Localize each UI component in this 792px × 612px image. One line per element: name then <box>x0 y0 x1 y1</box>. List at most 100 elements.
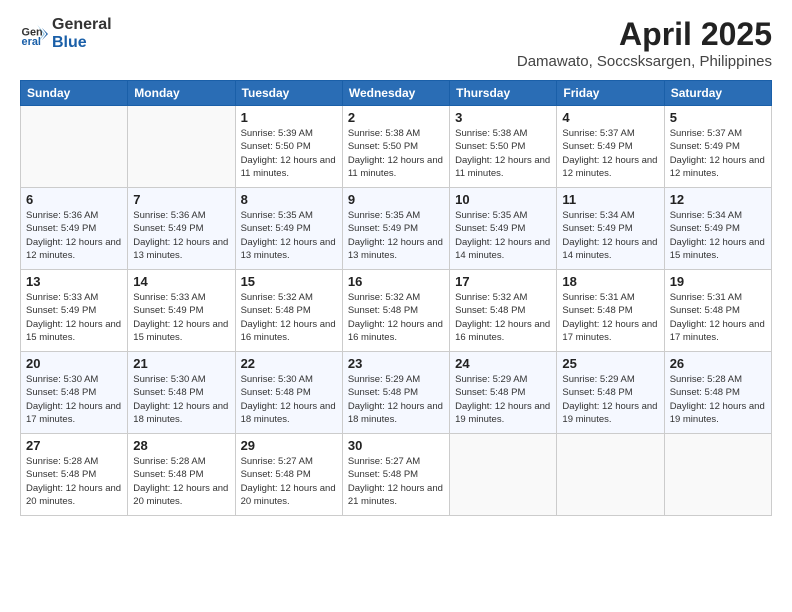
day-info: Sunrise: 5:28 AM Sunset: 5:48 PM Dayligh… <box>26 455 122 508</box>
week-row-2: 6Sunrise: 5:36 AM Sunset: 5:49 PM Daylig… <box>21 188 772 270</box>
day-cell <box>21 106 128 188</box>
calendar-table: Sunday Monday Tuesday Wednesday Thursday… <box>20 80 772 516</box>
day-info: Sunrise: 5:35 AM Sunset: 5:49 PM Dayligh… <box>455 209 551 262</box>
day-number: 23 <box>348 356 444 371</box>
day-number: 30 <box>348 438 444 453</box>
day-number: 12 <box>670 192 766 207</box>
day-cell: 5Sunrise: 5:37 AM Sunset: 5:49 PM Daylig… <box>664 106 771 188</box>
day-cell: 19Sunrise: 5:31 AM Sunset: 5:48 PM Dayli… <box>664 270 771 352</box>
day-cell <box>664 434 771 516</box>
day-cell: 14 Sunrise: 5:33 AM Sunset: 5:49 PM Dayli… <box>128 270 235 352</box>
day-info: Sunrise: 5:30 AM Sunset: 5:48 PM Dayligh… <box>133 373 229 426</box>
day-cell: 4 Sunrise: 5:37 AM Sunset: 5:49 PM Daylig… <box>557 106 664 188</box>
day-number: 29 <box>241 438 337 453</box>
day-info: Sunrise: 5:29 AM Sunset: 5:48 PM Dayligh… <box>562 373 658 426</box>
day-info: Sunrise: 5:28 AM Sunset: 5:48 PM Dayligh… <box>670 373 766 426</box>
day-cell: 15 Sunrise: 5:32 AM Sunset: 5:48 PM Dayli… <box>235 270 342 352</box>
day-info: Sunrise: 5:37 AM Sunset: 5:49 PM Dayligh… <box>562 127 658 180</box>
col-thursday: Thursday <box>450 81 557 106</box>
day-number: 14 <box>133 274 229 289</box>
day-cell: 1Sunrise: 5:39 AM Sunset: 5:50 PM Daylig… <box>235 106 342 188</box>
day-cell: 20 Sunrise: 5:30 AM Sunset: 5:48 PM Dayli… <box>21 352 128 434</box>
day-info: Sunrise: 5:38 AM Sunset: 5:50 PM Dayligh… <box>348 127 444 180</box>
day-cell <box>450 434 557 516</box>
day-info: Sunrise: 5:29 AM Sunset: 5:48 PM Dayligh… <box>348 373 444 426</box>
day-number: 15 <box>241 274 337 289</box>
day-info: Sunrise: 5:27 AM Sunset: 5:48 PM Dayligh… <box>241 455 337 508</box>
day-info: Sunrise: 5:31 AM Sunset: 5:48 PM Dayligh… <box>670 291 766 344</box>
col-wednesday: Wednesday <box>342 81 449 106</box>
col-monday: Monday <box>128 81 235 106</box>
day-cell: 30 Sunrise: 5:27 AM Sunset: 5:48 PM Dayli… <box>342 434 449 516</box>
day-number: 9 <box>348 192 444 207</box>
week-row-4: 20 Sunrise: 5:30 AM Sunset: 5:48 PM Dayli… <box>21 352 772 434</box>
header-row: Sunday Monday Tuesday Wednesday Thursday… <box>21 81 772 106</box>
day-number: 16 <box>348 274 444 289</box>
day-info: Sunrise: 5:33 AM Sunset: 5:49 PM Dayligh… <box>133 291 229 344</box>
day-info: Sunrise: 5:32 AM Sunset: 5:48 PM Dayligh… <box>455 291 551 344</box>
day-info: Sunrise: 5:35 AM Sunset: 5:49 PM Dayligh… <box>241 209 337 262</box>
day-number: 7 <box>133 192 229 207</box>
logo-text: General Blue <box>52 16 112 51</box>
calendar-subtitle: Damawato, Soccsksargen, Philippines <box>517 53 772 70</box>
day-cell: 27 Sunrise: 5:28 AM Sunset: 5:48 PM Dayli… <box>21 434 128 516</box>
day-number: 17 <box>455 274 551 289</box>
day-cell: 8Sunrise: 5:35 AM Sunset: 5:49 PM Daylig… <box>235 188 342 270</box>
day-info: Sunrise: 5:29 AM Sunset: 5:48 PM Dayligh… <box>455 373 551 426</box>
day-cell: 21 Sunrise: 5:30 AM Sunset: 5:48 PM Dayli… <box>128 352 235 434</box>
day-cell: 18Sunrise: 5:31 AM Sunset: 5:48 PM Dayli… <box>557 270 664 352</box>
day-info: Sunrise: 5:27 AM Sunset: 5:48 PM Dayligh… <box>348 455 444 508</box>
day-cell: 28Sunrise: 5:28 AM Sunset: 5:48 PM Dayli… <box>128 434 235 516</box>
day-cell: 29 Sunrise: 5:27 AM Sunset: 5:48 PM Dayli… <box>235 434 342 516</box>
day-cell: 10 Sunrise: 5:35 AM Sunset: 5:49 PM Dayli… <box>450 188 557 270</box>
day-cell <box>557 434 664 516</box>
day-cell: 24Sunrise: 5:29 AM Sunset: 5:48 PM Dayli… <box>450 352 557 434</box>
day-cell: 6Sunrise: 5:36 AM Sunset: 5:49 PM Daylig… <box>21 188 128 270</box>
day-number: 27 <box>26 438 122 453</box>
day-number: 20 <box>26 356 122 371</box>
day-info: Sunrise: 5:37 AM Sunset: 5:49 PM Dayligh… <box>670 127 766 180</box>
day-info: Sunrise: 5:30 AM Sunset: 5:48 PM Dayligh… <box>26 373 122 426</box>
day-number: 13 <box>26 274 122 289</box>
day-info: Sunrise: 5:38 AM Sunset: 5:50 PM Dayligh… <box>455 127 551 180</box>
day-number: 10 <box>455 192 551 207</box>
week-row-1: 1Sunrise: 5:39 AM Sunset: 5:50 PM Daylig… <box>21 106 772 188</box>
title-block: April 2025 Damawato, Soccsksargen, Phili… <box>517 16 772 70</box>
day-info: Sunrise: 5:34 AM Sunset: 5:49 PM Dayligh… <box>670 209 766 262</box>
day-number: 4 <box>562 110 658 125</box>
day-cell: 17 Sunrise: 5:32 AM Sunset: 5:48 PM Dayli… <box>450 270 557 352</box>
col-friday: Friday <box>557 81 664 106</box>
day-number: 1 <box>241 110 337 125</box>
logo-blue: Blue <box>52 34 112 52</box>
day-number: 2 <box>348 110 444 125</box>
day-cell: 7 Sunrise: 5:36 AM Sunset: 5:49 PM Daylig… <box>128 188 235 270</box>
col-tuesday: Tuesday <box>235 81 342 106</box>
day-cell: 22Sunrise: 5:30 AM Sunset: 5:48 PM Dayli… <box>235 352 342 434</box>
day-cell: 23 Sunrise: 5:29 AM Sunset: 5:48 PM Dayli… <box>342 352 449 434</box>
day-info: Sunrise: 5:35 AM Sunset: 5:49 PM Dayligh… <box>348 209 444 262</box>
day-number: 25 <box>562 356 658 371</box>
day-cell: 2 Sunrise: 5:38 AM Sunset: 5:50 PM Daylig… <box>342 106 449 188</box>
day-cell: 16 Sunrise: 5:32 AM Sunset: 5:48 PM Dayli… <box>342 270 449 352</box>
week-row-3: 13 Sunrise: 5:33 AM Sunset: 5:49 PM Dayli… <box>21 270 772 352</box>
svg-text:eral: eral <box>22 35 41 47</box>
day-cell: 12 Sunrise: 5:34 AM Sunset: 5:49 PM Dayli… <box>664 188 771 270</box>
day-info: Sunrise: 5:36 AM Sunset: 5:49 PM Dayligh… <box>133 209 229 262</box>
day-number: 21 <box>133 356 229 371</box>
day-info: Sunrise: 5:33 AM Sunset: 5:49 PM Dayligh… <box>26 291 122 344</box>
day-number: 26 <box>670 356 766 371</box>
header: Gen eral General Blue April 2025 Damawat… <box>20 16 772 70</box>
day-info: Sunrise: 5:32 AM Sunset: 5:48 PM Dayligh… <box>241 291 337 344</box>
day-info: Sunrise: 5:32 AM Sunset: 5:48 PM Dayligh… <box>348 291 444 344</box>
day-number: 11 <box>562 192 658 207</box>
day-number: 3 <box>455 110 551 125</box>
day-cell: 9 Sunrise: 5:35 AM Sunset: 5:49 PM Daylig… <box>342 188 449 270</box>
day-cell: 26 Sunrise: 5:28 AM Sunset: 5:48 PM Dayli… <box>664 352 771 434</box>
calendar-page: Gen eral General Blue April 2025 Damawat… <box>0 0 792 612</box>
logo: Gen eral General Blue <box>20 16 112 51</box>
day-cell: 13 Sunrise: 5:33 AM Sunset: 5:49 PM Dayli… <box>21 270 128 352</box>
day-info: Sunrise: 5:31 AM Sunset: 5:48 PM Dayligh… <box>562 291 658 344</box>
day-number: 28 <box>133 438 229 453</box>
day-cell: 3 Sunrise: 5:38 AM Sunset: 5:50 PM Daylig… <box>450 106 557 188</box>
logo-icon: Gen eral <box>20 20 48 48</box>
